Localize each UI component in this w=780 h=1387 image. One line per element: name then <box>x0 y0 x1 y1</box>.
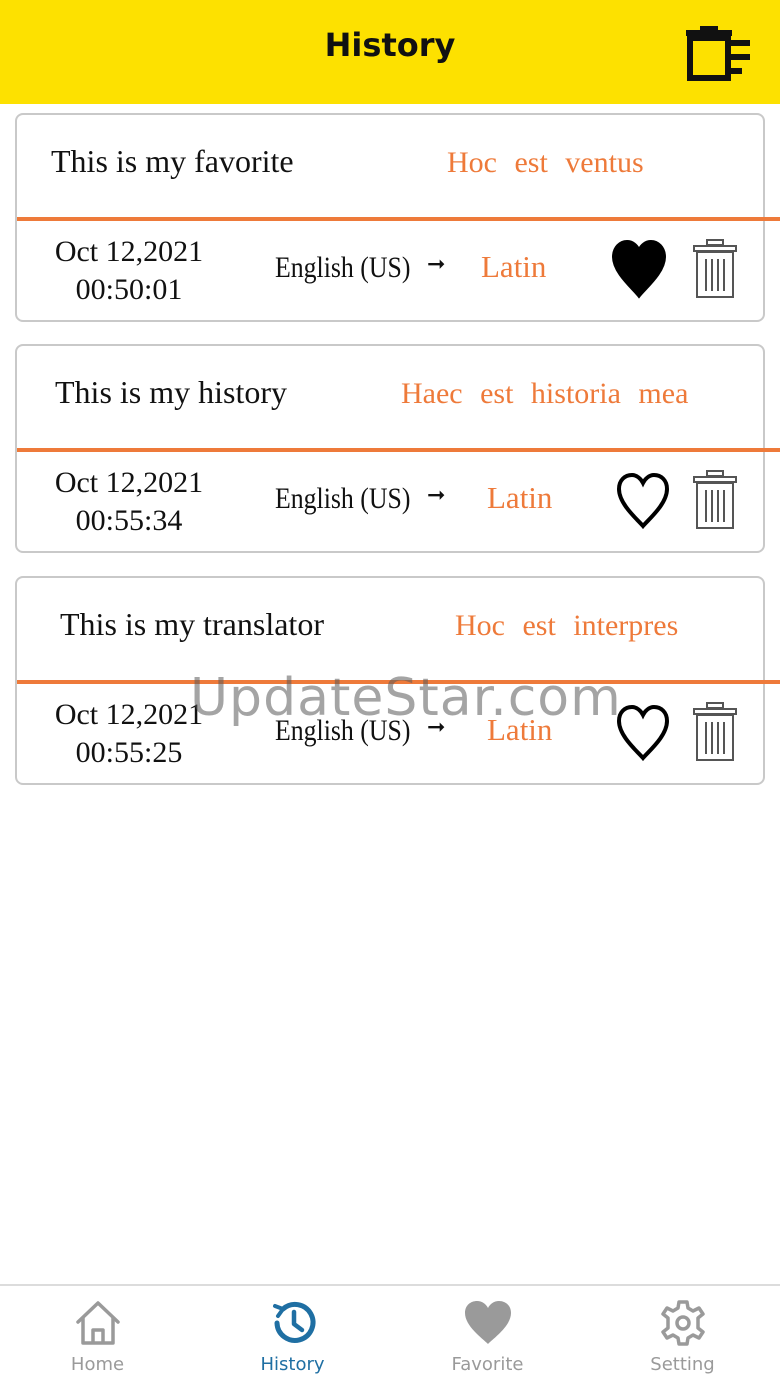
entry-date: Oct 12,2021 <box>54 466 204 499</box>
trash-list-icon <box>686 26 750 81</box>
page-title: History <box>324 26 456 64</box>
heart-icon <box>465 1301 511 1344</box>
source-language: English (US) <box>275 482 411 515</box>
translated-text: Haec est historia mea <box>401 377 689 410</box>
favorite-button[interactable] <box>615 470 671 532</box>
entry-time: 00:50:01 <box>75 273 183 306</box>
delete-entry-button[interactable] <box>693 239 737 299</box>
bottom-tab-bar: Home History Favorite Setting <box>0 1284 780 1387</box>
arrow-right-icon: ➞ <box>427 252 446 277</box>
source-language: English (US) <box>275 714 411 747</box>
app-root: History This is my favorite Hoc est vent… <box>0 0 780 1387</box>
tab-home-label: Home <box>70 1354 125 1375</box>
tab-setting[interactable]: Setting <box>585 1286 780 1387</box>
favorite-button[interactable] <box>615 702 671 764</box>
entry-timestamp: Oct 12,2021 00:55:25 <box>45 696 213 772</box>
tab-favorite-label: Favorite <box>451 1354 524 1375</box>
target-language: Latin <box>487 480 553 515</box>
source-language: English (US) <box>275 251 411 284</box>
entry-timestamp: Oct 12,2021 00:50:01 <box>45 233 213 309</box>
history-card-phrase-row[interactable]: This is my translator Hoc est interpres <box>17 578 763 681</box>
translated-text: Hoc est interpres <box>455 609 679 642</box>
history-card: This is my translator Hoc est interpres … <box>15 576 780 785</box>
target-language: Latin <box>487 712 553 747</box>
heart-outline-icon <box>616 704 670 762</box>
arrow-right-icon: ➞ <box>427 483 446 508</box>
favorite-button[interactable] <box>611 239 667 301</box>
history-card-phrase-row[interactable]: This is my favorite Hoc est ventus <box>17 115 763 218</box>
target-language: Latin <box>481 249 547 284</box>
arrow-right-icon: ➞ <box>427 715 446 740</box>
gear-icon <box>661 1300 705 1346</box>
entry-time: 00:55:34 <box>75 504 183 537</box>
translated-text: Hoc est ventus <box>447 146 644 179</box>
header-bar: History <box>0 0 780 104</box>
tab-home[interactable]: Home <box>0 1286 195 1387</box>
orange-divider <box>17 217 780 221</box>
orange-divider <box>17 448 780 452</box>
history-card: This is my favorite Hoc est ventus Oct 1… <box>15 113 780 322</box>
source-text: This is my translator <box>60 606 324 642</box>
trash-icon <box>693 239 737 298</box>
heart-outline-icon <box>616 472 670 530</box>
trash-icon <box>693 702 737 761</box>
home-icon <box>76 1301 120 1345</box>
tab-history-label: History <box>260 1354 325 1375</box>
entry-timestamp: Oct 12,2021 00:55:34 <box>45 464 213 540</box>
tab-favorite[interactable]: Favorite <box>390 1286 585 1387</box>
heart-filled-icon <box>611 239 667 299</box>
history-card: This is my history Haec est historia mea… <box>15 344 780 553</box>
clear-history-button[interactable] <box>686 26 754 82</box>
delete-entry-button[interactable] <box>693 702 737 762</box>
entry-date: Oct 12,2021 <box>54 235 204 268</box>
entry-time: 00:55:25 <box>75 736 183 769</box>
delete-entry-button[interactable] <box>693 470 737 530</box>
tab-history[interactable]: History <box>195 1286 390 1387</box>
orange-divider <box>17 680 780 684</box>
entry-date: Oct 12,2021 <box>54 698 204 731</box>
source-text: This is my history <box>55 374 288 410</box>
trash-icon <box>693 470 737 529</box>
history-card-phrase-row[interactable]: This is my history Haec est historia mea <box>17 346 763 449</box>
tab-setting-label: Setting <box>650 1354 715 1375</box>
history-icon <box>273 1301 316 1343</box>
source-text: This is my favorite <box>51 143 294 179</box>
